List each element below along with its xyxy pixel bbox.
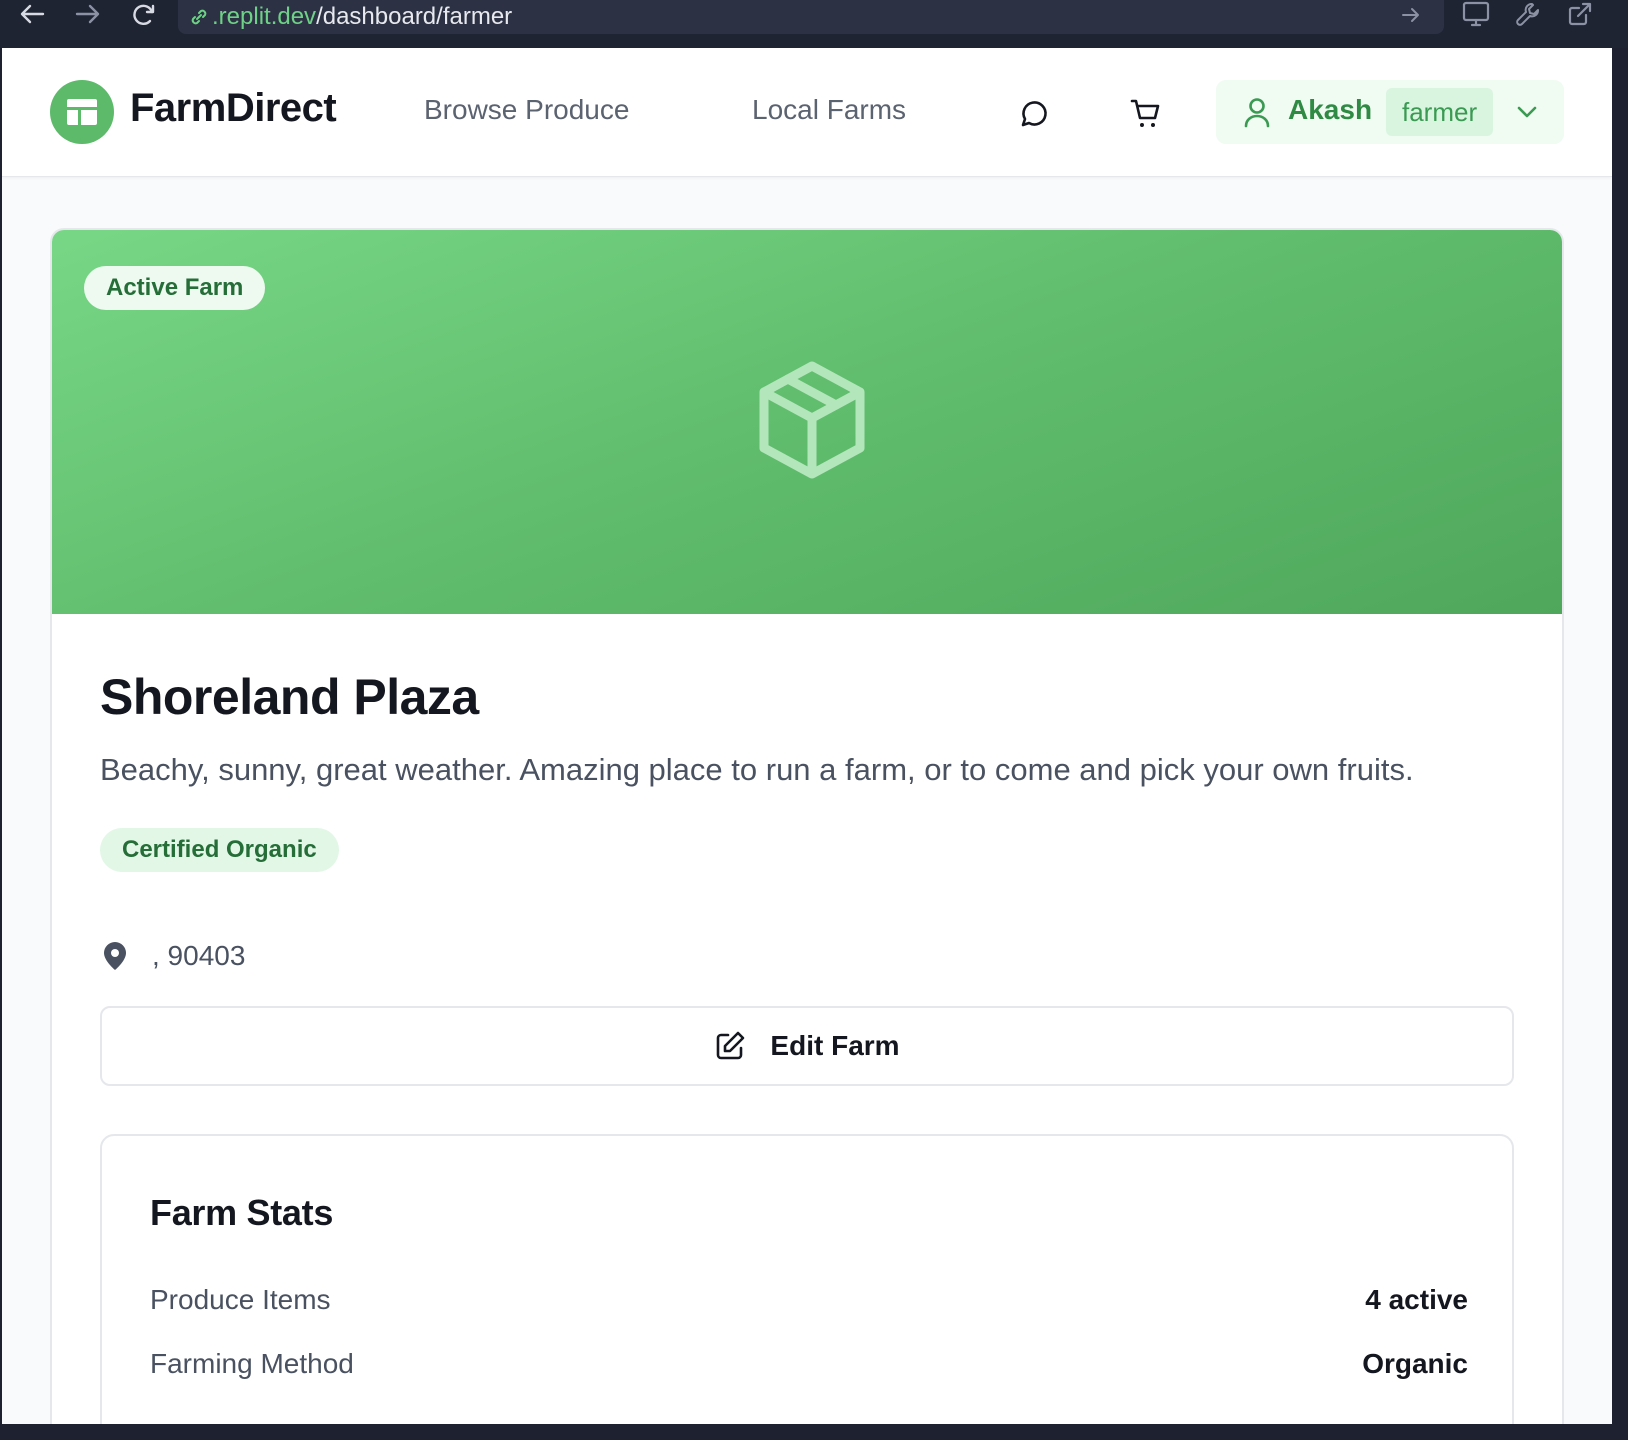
user-menu[interactable]: Akash farmer bbox=[1216, 80, 1564, 144]
farm-hero-banner: Active Farm bbox=[52, 230, 1562, 614]
message-icon[interactable] bbox=[1012, 94, 1052, 134]
edit-icon bbox=[714, 1030, 746, 1062]
stats-title: Farm Stats bbox=[150, 1192, 334, 1233]
go-icon[interactable] bbox=[1400, 4, 1422, 26]
stat-label: Produce Items bbox=[150, 1284, 331, 1315]
stat-value: Organic bbox=[1362, 1348, 1468, 1379]
user-name: Akash bbox=[1288, 94, 1373, 125]
browser-toolbar: .replit.dev/dashboard/farmer bbox=[0, 0, 1628, 48]
url-path: /dashboard/farmer bbox=[316, 3, 513, 30]
page-viewport: FarmDirect Browse Produce Local Farms Ak… bbox=[2, 48, 1612, 1424]
farm-name: Shoreland Plaza bbox=[100, 669, 479, 725]
devices-icon[interactable] bbox=[1458, 0, 1494, 28]
nav-browse-produce[interactable]: Browse Produce bbox=[424, 94, 629, 126]
status-badge: Active Farm bbox=[84, 266, 266, 310]
app-header: FarmDirect Browse Produce Local Farms Ak… bbox=[2, 48, 1612, 177]
map-pin-icon bbox=[100, 940, 130, 972]
url-text: .replit.dev/dashboard/farmer bbox=[212, 3, 512, 31]
external-link-icon[interactable] bbox=[1562, 0, 1598, 28]
certification-badge: Certified Organic bbox=[100, 828, 339, 872]
stat-label: Farming Method bbox=[150, 1348, 354, 1379]
reload-icon[interactable] bbox=[126, 0, 162, 28]
forward-icon[interactable] bbox=[70, 0, 106, 28]
edit-farm-label: Edit Farm bbox=[770, 1030, 900, 1061]
chevron-down-icon[interactable] bbox=[1514, 100, 1540, 124]
store-icon bbox=[67, 99, 97, 125]
location-row: , 90403 bbox=[100, 940, 245, 972]
farm-description: Beachy, sunny, great weather. Amazing pl… bbox=[100, 752, 1414, 787]
link-icon bbox=[188, 6, 210, 28]
window-edge-right bbox=[1612, 48, 1628, 1440]
nav-local-farms[interactable]: Local Farms bbox=[752, 94, 906, 126]
role-badge: farmer bbox=[1386, 88, 1494, 136]
back-icon[interactable] bbox=[14, 0, 50, 28]
url-domain: .replit.dev bbox=[212, 3, 317, 30]
edit-farm-button[interactable]: Edit Farm bbox=[100, 1006, 1514, 1086]
brand-name[interactable]: FarmDirect bbox=[130, 86, 337, 131]
stat-row-farming-method: Farming Method Organic bbox=[150, 1344, 1468, 1384]
farm-stats-card: Farm Stats Produce Items 4 active Farmin… bbox=[100, 1134, 1514, 1424]
location-text: , 90403 bbox=[152, 940, 246, 971]
address-bar[interactable]: .replit.dev/dashboard/farmer bbox=[178, 0, 1444, 34]
farm-card: Active Farm Shoreland Plaza Beachy, sunn… bbox=[50, 228, 1564, 1424]
cart-icon[interactable] bbox=[1126, 94, 1166, 134]
wrench-icon[interactable] bbox=[1510, 0, 1546, 28]
stat-row-produce-items: Produce Items 4 active bbox=[150, 1280, 1468, 1320]
package-icon bbox=[750, 358, 874, 482]
user-icon bbox=[1242, 96, 1272, 128]
logo[interactable] bbox=[50, 80, 114, 144]
stat-value: 4 active bbox=[1365, 1284, 1468, 1315]
window-edge-bottom bbox=[0, 1424, 1628, 1440]
